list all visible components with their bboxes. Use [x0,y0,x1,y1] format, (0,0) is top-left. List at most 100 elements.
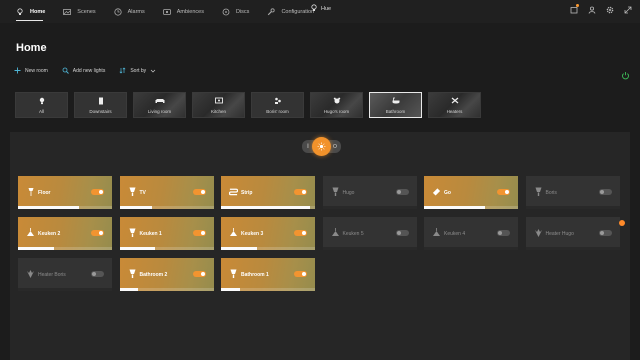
plug-icon [534,227,543,238]
light-name: Boris [545,190,557,196]
brightness-fill [221,206,311,209]
light-toggle[interactable] [294,271,307,277]
add-lights-label: Add new lights [72,67,106,74]
light-name: Bathroom 1 [241,272,269,278]
room-6[interactable]: Bathroom [369,92,422,118]
power-icon [621,67,630,84]
brightness-fill [119,288,139,291]
light-tile[interactable]: Strip [221,176,315,209]
room-label: All [38,109,44,114]
room-0[interactable]: All [15,92,68,118]
scenes-icon [63,8,72,16]
light-name: Keuken 5 [342,231,364,237]
nav-alarms[interactable]: Alarms [104,0,153,23]
brightness-button[interactable] [312,137,331,156]
nav-discs-label: Discs [235,8,250,15]
app-title-text: Hue [321,6,332,12]
light-name: Keuken 3 [241,231,264,237]
light-toggle[interactable] [395,230,409,236]
light-toggle[interactable] [91,271,104,277]
light-toggle[interactable] [294,189,307,195]
room-label: Boris' room [266,109,289,114]
search-icon [62,67,69,74]
room-5[interactable]: Hugo's room [310,92,363,118]
light-tile[interactable]: Floor [18,176,112,209]
light-tile[interactable]: Hugo [322,176,417,209]
light-tile[interactable]: Keuken 2 [18,217,112,250]
light-toggle[interactable] [294,230,307,236]
chevron-down-icon [150,68,156,74]
light-toggle[interactable] [598,189,612,195]
brightness-fill [119,206,153,209]
light-toggle[interactable] [192,271,206,277]
light-tile[interactable]: Keuken 3 [221,217,315,250]
light-tile[interactable]: Boris [525,176,620,209]
main-nav: Home Scenes Alarms Ambiences Discs Confi… [6,0,322,23]
sort-by-button[interactable]: Sort by [119,67,160,74]
light-toggle[interactable] [91,189,104,195]
light-tile[interactable]: Keuken 4 [424,217,518,250]
room-4[interactable]: Boris' room [251,92,304,118]
person-icon[interactable] [587,5,596,14]
light-tile[interactable]: Bathroom 2 [119,258,214,291]
room-list: All Downstairs Living room Kitchen Boris' ro… [15,92,481,118]
new-room-button[interactable]: New room [14,67,48,74]
nav-ambiences-label: Ambiences [176,8,204,15]
strip-icon [229,186,238,197]
room-3[interactable]: Kitchen [192,92,245,118]
add-lights-button[interactable]: Add new lights [62,67,106,74]
nav-alarms-label: Alarms [127,8,145,15]
light-tile[interactable]: Heater Hugo [525,217,620,250]
light-toggle[interactable] [192,230,206,236]
brightness-slider[interactable] [525,206,620,209]
light-tile[interactable]: Keuken 5 [322,217,417,250]
light-name: Keuken 2 [38,231,61,237]
light-name: Go [444,190,451,196]
light-tile[interactable]: Bathroom 1 [221,258,315,291]
light-toggle[interactable] [91,230,104,236]
light-toggle[interactable] [395,189,409,195]
light-name: Keuken 4 [444,231,466,237]
plug-icon [26,268,35,279]
brightness-fill [221,247,257,250]
door-icon [98,97,104,106]
warning-badge [619,220,625,226]
light-toggle[interactable] [192,189,206,195]
light-name: Hugo [342,190,355,196]
light-tile[interactable]: Heater Boris [18,258,112,291]
kids-icon [274,97,282,105]
nav-scenes[interactable]: Scenes [53,0,103,23]
master-toggle[interactable]: I O [302,137,342,157]
wrench-icon [267,7,276,16]
light-tile[interactable]: Go [424,176,518,209]
nav-discs[interactable]: Discs [212,0,257,23]
room-2[interactable]: Living room [133,92,186,118]
light-tile[interactable]: Keuken 1 [119,217,214,250]
room-label: Kitchen [210,109,226,114]
shrink-icon[interactable] [623,5,632,14]
brightness-fill [119,247,156,250]
light-toggle[interactable] [497,230,510,236]
settings-icon[interactable] [605,5,614,14]
spot-icon [128,268,137,279]
nav-ambiences[interactable]: Ambiences [153,0,212,23]
notifications-icon[interactable] [569,4,579,14]
brightness-slider[interactable] [525,247,620,250]
brightness-fill [424,206,486,209]
notification-badge [576,4,579,7]
brightness-slider[interactable] [322,247,417,250]
nav-home[interactable]: Home [6,0,53,23]
light-toggle[interactable] [497,189,510,195]
room-7[interactable]: Heaters [428,92,481,118]
power-all-button[interactable] [621,67,630,85]
light-toggle[interactable] [598,230,612,236]
pendant-icon [26,227,35,238]
brightness-slider[interactable] [18,288,112,291]
brightness-fill [18,247,54,250]
light-name: Strip [241,190,253,196]
brightness-slider[interactable] [424,247,518,250]
bulb-icon [16,7,24,16]
brightness-slider[interactable] [322,206,417,209]
light-tile[interactable]: TV [119,176,214,209]
room-1[interactable]: Downstairs [74,92,127,118]
